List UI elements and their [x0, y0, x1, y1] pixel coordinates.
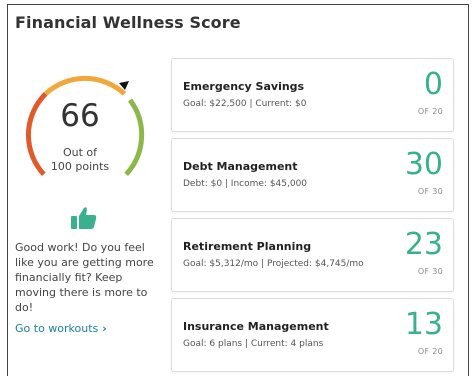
card-max: OF 30 — [417, 187, 443, 196]
card-title: Retirement Planning — [183, 240, 312, 253]
card-score: 23 — [404, 227, 443, 262]
card-score: 13 — [404, 307, 443, 342]
card-subtitle: Debt: $0 | Income: $45,000 — [183, 179, 308, 189]
card-score: 0 — [423, 67, 443, 102]
out-of-label: Out of — [62, 146, 98, 159]
card-title: Debt Management — [183, 160, 298, 173]
score-out-of: Out of 100 points — [15, 146, 145, 174]
card-max: OF 30 — [417, 267, 443, 276]
card-debt-management[interactable]: Debt Management Debt: $0 | Income: $45,0… — [171, 138, 454, 212]
card-title: Emergency Savings — [183, 80, 305, 93]
card-retirement-planning[interactable]: Retirement Planning Goal: $5,312/mo | Pr… — [171, 218, 454, 292]
card-insurance-management[interactable]: Insurance Management Goal: 6 plans | Cur… — [171, 298, 454, 372]
thumbs-up-icon — [71, 207, 97, 229]
encouragement-text: Good work! Do you feel like you are gett… — [15, 241, 154, 314]
page-title: Financial Wellness Score — [15, 13, 241, 32]
card-subtitle: Goal: $5,312/mo | Projected: $4,745/mo — [183, 259, 364, 269]
gauge-arc-orange — [43, 75, 127, 96]
card-score: 30 — [404, 147, 443, 182]
workouts-link-label: Go to workouts — [15, 322, 99, 335]
card-max: OF 20 — [417, 347, 443, 356]
chevron-right-icon: › — [102, 322, 107, 335]
card-emergency-savings[interactable]: Emergency Savings Goal: $22,500 | Curren… — [171, 58, 454, 132]
card-max: OF 20 — [417, 107, 443, 116]
go-to-workouts-link[interactable]: Go to workouts › — [15, 322, 107, 335]
card-subtitle: Goal: $22,500 | Current: $0 — [183, 99, 307, 109]
out-of-points: 100 points — [50, 160, 110, 173]
score-value: 66 — [60, 98, 100, 134]
card-title: Insurance Management — [183, 320, 329, 333]
card-subtitle: Goal: 6 plans | Current: 4 plans — [183, 339, 324, 349]
